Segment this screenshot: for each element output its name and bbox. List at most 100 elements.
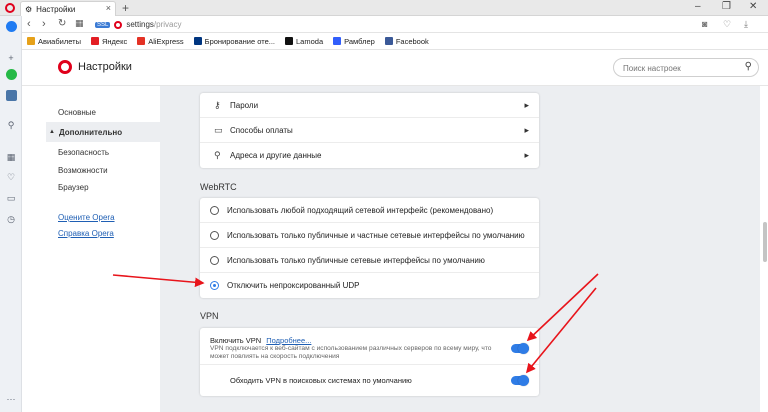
camera-icon[interactable]: ◙ [702, 19, 707, 29]
minimize-icon[interactable]: – [695, 1, 701, 12]
aliexpress-icon [137, 37, 146, 45]
facebook-icon [384, 37, 393, 45]
webrtc-option[interactable]: Отключить непроксированный UDP [200, 273, 539, 298]
ssl-badge: SSL [95, 21, 111, 28]
webrtc-option-label: Использовать любой подходящий сетевой ин… [227, 205, 494, 215]
speed-dial-icon[interactable]: ▦ [5, 151, 17, 163]
bookmark-item[interactable]: Яндекс [90, 36, 128, 46]
chevron-right-icon: ▸ [524, 124, 529, 135]
search-icon[interactable]: ⚲ [5, 119, 17, 131]
plane-icon [27, 37, 35, 45]
vpn-enable-row: Включить VPN Подробнее... [210, 336, 311, 345]
location-pin-icon: ⚲ [214, 150, 221, 160]
history-icon[interactable]: ◷ [5, 213, 17, 225]
autofill-row-label: Адреса и другие данные [230, 151, 322, 160]
url-host: settings [126, 20, 154, 29]
autofill-row[interactable]: ⚲ Адреса и другие данные ▸ [200, 143, 539, 168]
booking-icon [193, 37, 202, 45]
link-rate-opera[interactable]: Оцените Opera [58, 213, 115, 222]
bookmark-item[interactable]: Facebook [384, 36, 429, 46]
bookmark-label: Facebook [395, 36, 429, 46]
add-icon[interactable]: + [5, 52, 17, 64]
rambler-icon [333, 37, 342, 45]
bookmark-item[interactable]: Бронирование оте... [193, 36, 276, 46]
settings-nav: Основные ▲ Дополнительно Безопасность Во… [22, 86, 160, 412]
radio-button[interactable] [210, 255, 219, 265]
vpn-toggle[interactable] [511, 343, 529, 354]
nav-advanced[interactable]: ▲ Дополнительно [46, 122, 160, 142]
webrtc-card: Использовать любой подходящий сетевой ин… [200, 198, 539, 298]
radio-button[interactable] [210, 230, 219, 240]
autofill-row[interactable]: ⚷ Пароли ▸ [200, 93, 539, 118]
chevron-right-icon: ▸ [524, 99, 529, 110]
nav-browser[interactable]: Браузер [58, 183, 89, 192]
new-tab-icon[interactable]: + [122, 1, 129, 15]
bookmark-label: Lamoda [296, 36, 324, 46]
webrtc-option-label: Использовать только публичные и частные … [227, 230, 525, 240]
forward-icon[interactable]: › [42, 18, 46, 30]
more-icon[interactable]: ··· [5, 393, 17, 405]
bookmark-label: Бронирование оте... [204, 36, 276, 46]
radio-button[interactable] [210, 205, 219, 215]
collapse-icon: ▲ [49, 129, 55, 135]
chevron-right-icon: ▸ [524, 150, 529, 160]
gear-icon: ⚙ [25, 4, 33, 14]
bookmark-item[interactable]: Авиабилеты [27, 37, 81, 46]
yandex-icon [90, 37, 99, 45]
close-tab-icon[interactable]: × [106, 3, 111, 13]
whatsapp-icon[interactable] [5, 68, 17, 80]
webrtc-option[interactable]: Использовать любой подходящий сетевой ин… [200, 198, 539, 223]
vpn-enable-label: Включить VPN [210, 336, 262, 345]
webrtc-option[interactable]: Использовать только публичные и частные … [200, 223, 539, 248]
lamoda-icon [285, 37, 294, 45]
radio-button[interactable] [210, 281, 219, 290]
bookmark-label: AliExpress [148, 36, 184, 46]
heart-icon[interactable]: ♡ [723, 19, 731, 30]
bookmarks-bar: Авиабилеты Яндекс AliExpress Бронирование о… [22, 33, 768, 50]
address-bar-row: ‹ › ↻ ▦ SSL settings/privacy ◙ ♡ ⤓ [22, 16, 768, 33]
vpn-more-link[interactable]: Подробнее... [266, 336, 311, 345]
maximize-icon[interactable]: ❐ [722, 1, 731, 12]
nav-basic[interactable]: Основные [58, 108, 96, 117]
vpn-title: VPN [200, 311, 219, 321]
bookmark-item[interactable]: Рамблер [333, 37, 375, 46]
download-icon[interactable]: ⤓ [744, 19, 748, 30]
settings-content: ⚷ Пароли ▸ ▭ Способы оплаты ▸ ⚲ Адреса и другие… [160, 86, 760, 412]
heart-icon[interactable]: ♡ [5, 171, 17, 183]
bookmark-item[interactable]: AliExpress [137, 36, 184, 46]
nav-security[interactable]: Безопасность [58, 148, 109, 157]
bookmark-label: Рамблер [344, 36, 375, 46]
vpn-bypass-toggle[interactable] [511, 375, 529, 386]
vpn-description: VPN подключается к веб-сайтам с использо… [210, 345, 492, 360]
address-field[interactable]: SSL settings/privacy [95, 18, 181, 31]
autofill-row[interactable]: ▭ Способы оплаты ▸ [200, 118, 539, 143]
search-icon[interactable]: ⚲ [745, 61, 752, 72]
opera-menu-icon[interactable] [5, 3, 15, 13]
bookmark-label: Авиабилеты [38, 36, 81, 46]
bookmark-item[interactable]: Lamoda [285, 37, 323, 46]
nav-features[interactable]: Возможности [58, 166, 108, 175]
autofill-row-label: Способы оплаты [230, 125, 293, 135]
page-title: Настройки [78, 61, 132, 73]
back-icon[interactable]: ‹ [27, 18, 31, 30]
webrtc-option[interactable]: Использовать только публичные сетевые ин… [200, 248, 539, 273]
settings-search[interactable]: ⚲ [613, 58, 759, 77]
webrtc-option-label: Отключить непроксированный UDP [227, 281, 360, 290]
speed-dial-icon[interactable]: ▦ [75, 18, 84, 29]
webrtc-title: WebRTC [200, 182, 237, 192]
tab-settings[interactable]: ⚙ Настройки × [20, 1, 116, 16]
opera-logo [58, 60, 72, 74]
key-icon: ⚷ [214, 99, 221, 110]
link-opera-help[interactable]: Справка Opera [58, 229, 114, 238]
sidebar: + ⚲ ▦ ♡ ▭ ◷ ··· [0, 16, 22, 412]
search-input[interactable] [623, 62, 733, 74]
snapshot-icon[interactable]: ▭ [5, 192, 17, 204]
bookmark-label: Яндекс [101, 36, 128, 46]
reload-icon[interactable]: ↻ [58, 18, 66, 29]
vk-icon[interactable] [5, 89, 17, 101]
close-window-icon[interactable]: ✕ [749, 1, 757, 12]
vpn-card: Включить VPN Подробнее... VPN подключает… [200, 328, 539, 396]
scrollbar[interactable] [763, 222, 767, 262]
webrtc-option-label: Использовать только публичные сетевые ин… [227, 255, 485, 265]
messenger-icon[interactable] [5, 20, 17, 32]
